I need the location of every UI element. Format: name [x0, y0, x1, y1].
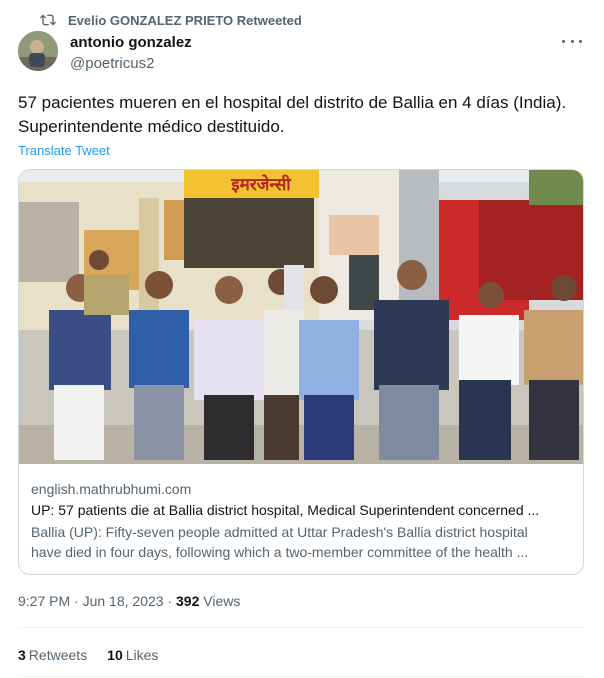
retweet-icon	[40, 14, 56, 26]
retweet-header[interactable]: Evelio GONZALEZ PRIETO Retweeted	[40, 12, 302, 28]
card-description: Ballia (UP): Fifty-seven people admitted…	[31, 522, 573, 562]
author-name[interactable]: antonio gonzalez	[70, 34, 192, 52]
translate-tweet-link[interactable]: Translate Tweet	[18, 143, 110, 158]
divider	[18, 627, 584, 628]
author-handle[interactable]: @poetricus2	[70, 54, 192, 74]
card-info[interactable]: english.mathrubhumi.com UP: 57 patients …	[31, 480, 573, 562]
card-image-sign: इमरजेन्सी	[230, 174, 291, 195]
likes-stat[interactable]: 10 Likes	[107, 647, 158, 663]
tweet-stats: 3 Retweets 10 Likes	[18, 647, 158, 663]
retweets-stat[interactable]: 3 Retweets	[18, 647, 87, 663]
card-desc-line: Ballia (UP): Fifty-seven people admitted…	[31, 524, 528, 540]
tweet-metadata: 9:27 PM · Jun 18, 2023 · 392 Views	[18, 593, 241, 609]
tweet-text-line: Superintendente médico destituido.	[18, 117, 285, 136]
divider	[18, 676, 584, 677]
tweet-time[interactable]: 9:27 PM	[18, 593, 70, 609]
card-title[interactable]: UP: 57 patients die at Ballia district h…	[31, 500, 573, 520]
card-domain: english.mathrubhumi.com	[31, 481, 192, 497]
retweet-label: Evelio GONZALEZ PRIETO Retweeted	[68, 12, 302, 28]
views-count: 392	[176, 593, 200, 609]
tweet-text: 57 pacientes mueren en el hospital del d…	[18, 91, 588, 139]
tweet-text-line: 57 pacientes mueren en el hospital del d…	[18, 93, 567, 112]
avatar-photo	[18, 31, 58, 71]
more-options-icon[interactable]	[562, 33, 582, 49]
tweet-date[interactable]: Jun 18, 2023	[83, 593, 164, 609]
link-card[interactable]: इमरजेन्सी english.mathrubhumi.com UP: 57…	[18, 169, 584, 575]
author-block[interactable]: antonio gonzalez @poetricus2	[70, 34, 192, 74]
card-desc-line: have died in four days, following which …	[31, 544, 529, 560]
views-label: Views	[199, 593, 241, 609]
avatar[interactable]	[18, 31, 58, 71]
card-image: इमरजेन्सी	[19, 170, 583, 464]
